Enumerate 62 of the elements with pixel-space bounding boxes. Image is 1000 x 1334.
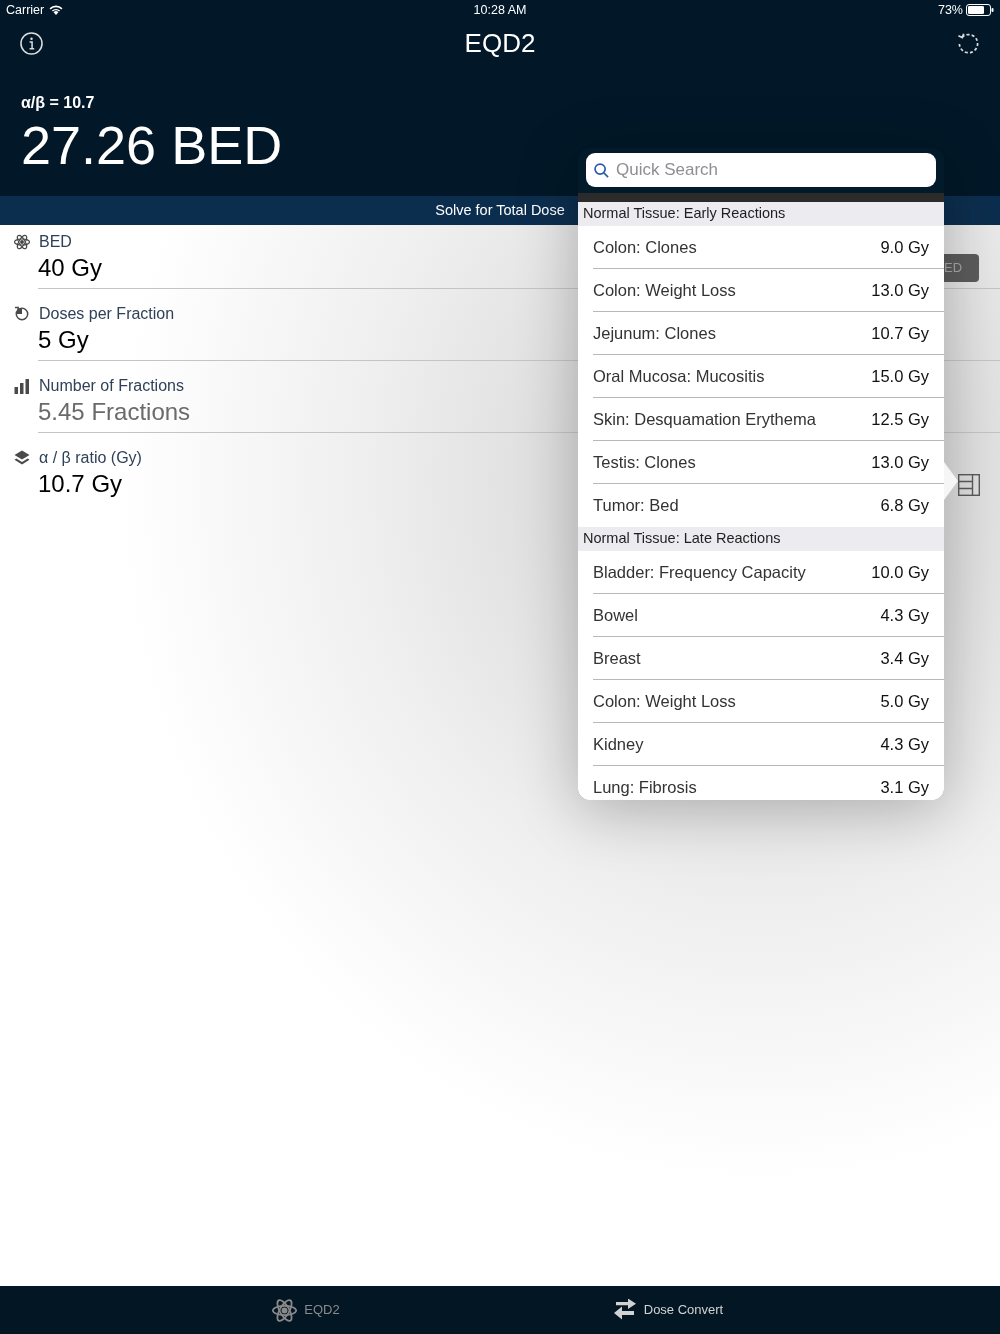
- battery-icon: [966, 4, 994, 16]
- tissue-name: Jejunum: Clones: [593, 322, 716, 344]
- tissue-name: Testis: Clones: [593, 451, 696, 473]
- dose-value: 3.1 Gy: [880, 777, 929, 799]
- tissue-name: Lung: Fibrosis: [593, 777, 697, 799]
- clock-time: 10:28 AM: [473, 1, 527, 19]
- battery-percent: 73%: [937, 1, 963, 19]
- dose-value: 10.7 Gy: [871, 322, 929, 344]
- dose-value: 12.5 Gy: [871, 408, 929, 430]
- field-label: Number of Fractions: [39, 376, 184, 396]
- bar-chart-icon: [14, 378, 30, 394]
- info-button[interactable]: [20, 31, 43, 55]
- tab-item[interactable]: Dose Convert: [568, 1290, 768, 1330]
- tab-item[interactable]: EQD2: [206, 1290, 406, 1330]
- layers-icon: [14, 450, 30, 466]
- circular-arrow-icon: [14, 306, 30, 322]
- dose-value: 13.0 Gy: [871, 451, 929, 473]
- carrier-label: Carrier: [6, 1, 45, 19]
- field-value[interactable]: 40 Gy: [38, 252, 103, 284]
- ratio-label: α/β = 10.7: [21, 93, 95, 113]
- result-value: 27.26 BED: [21, 117, 283, 173]
- atom-icon: [272, 1297, 298, 1323]
- tissue-name: Kidney: [593, 733, 644, 755]
- dose-value: 3.4 Gy: [880, 647, 929, 669]
- tissue-name: Colon: Clones: [593, 236, 697, 258]
- section-title: Normal Tissue: Early Reactions: [583, 204, 786, 224]
- field-label: BED: [39, 232, 72, 252]
- tissue-name: Colon: Weight Loss: [593, 690, 736, 712]
- search-icon: [594, 163, 609, 178]
- table-layout-icon: [958, 474, 980, 496]
- tissue-name: Breast: [593, 647, 641, 669]
- tissue-name: Skin: Desquamation Erythema: [593, 408, 816, 430]
- dose-value: 4.3 Gy: [880, 604, 929, 626]
- table-button[interactable]: [958, 474, 980, 496]
- dose-value: 10.0 Gy: [871, 561, 929, 583]
- tissue-name: Bowel: [593, 604, 638, 626]
- dose-value: 13.0 Gy: [871, 279, 929, 301]
- info-icon: [20, 31, 43, 55]
- tissue-name: Oral Mucosa: Mucositis: [593, 365, 765, 387]
- atom-icon: [14, 234, 30, 250]
- popover-arrow-icon: [944, 462, 958, 500]
- dose-value: 4.3 Gy: [880, 733, 929, 755]
- mode-label: Solve for Total Dose: [435, 200, 565, 220]
- dose-value: 15.0 Gy: [871, 365, 929, 387]
- field-value[interactable]: 10.7 Gy: [38, 468, 123, 500]
- reset-button[interactable]: [957, 31, 980, 55]
- field-label: Doses per Fraction: [39, 304, 175, 324]
- search-field[interactable]: Quick Search: [586, 153, 936, 187]
- section-title: Normal Tissue: Late Reactions: [583, 529, 781, 549]
- wifi-icon: [49, 5, 64, 15]
- screen-title: EQD2: [464, 28, 536, 58]
- field-value[interactable]: 5.45 Fractions: [38, 396, 191, 428]
- dose-value: 6.8 Gy: [880, 495, 929, 517]
- dose-value: 5.0 Gy: [880, 690, 929, 712]
- swap-arrows-icon: [612, 1299, 637, 1321]
- field-value[interactable]: 5 Gy: [38, 324, 89, 356]
- reset-icon: [957, 31, 980, 55]
- tissue-name: Bladder: Frequency Capacity: [593, 561, 806, 583]
- dose-value: 9.0 Gy: [880, 236, 929, 258]
- field-label: α / β ratio (Gy): [39, 448, 142, 468]
- tissue-name: Colon: Weight Loss: [593, 279, 736, 301]
- tissue-name: Tumor: Bed: [593, 495, 679, 517]
